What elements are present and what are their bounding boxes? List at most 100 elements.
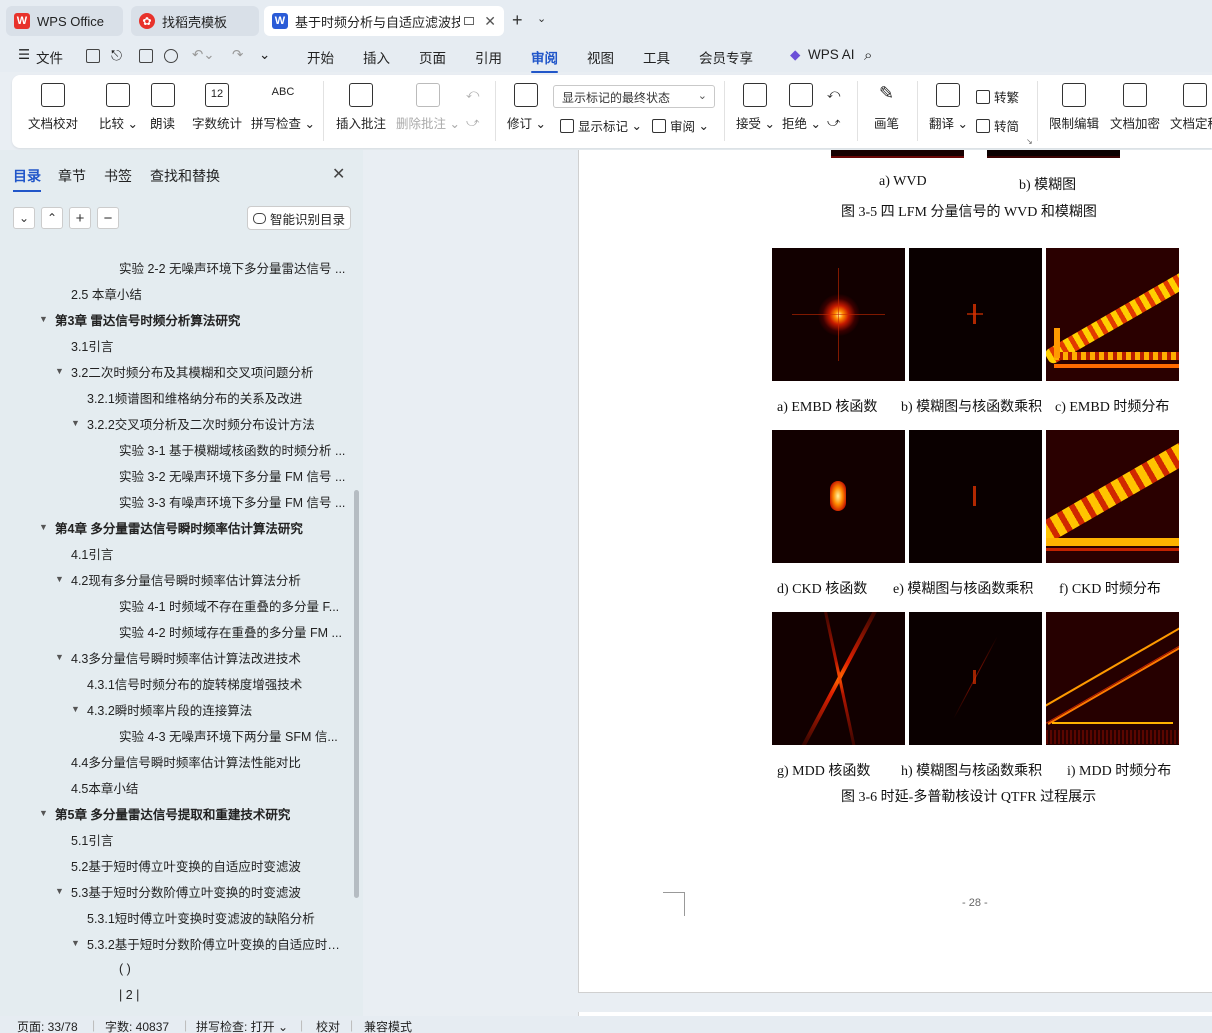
toc-item[interactable]: 5.1引言 <box>71 826 346 852</box>
toc-item[interactable]: 3.1引言 <box>71 332 346 358</box>
toc-item[interactable]: 实验 4-1 时频域不存在重叠的多分量 F... <box>119 592 346 618</box>
menu-view[interactable]: 视图 <box>587 47 614 67</box>
expand-arrow-icon[interactable]: ▼ <box>71 938 80 948</box>
quick-access-more-icon[interactable]: ⌄ <box>259 47 270 63</box>
collapse-up-icon[interactable]: ⌃ <box>41 207 63 229</box>
expand-arrow-icon[interactable]: ▼ <box>55 366 64 376</box>
menu-home[interactable]: 开始 <box>307 47 334 67</box>
redo-icon[interactable]: ↷ <box>232 47 243 63</box>
accept-button[interactable]: 接受 ⌄ <box>736 83 775 132</box>
to-simplified-button[interactable]: 转简 <box>976 116 1019 135</box>
next-change-icon[interactable]: ⤻ <box>827 115 840 130</box>
toc-item[interactable]: ▼ 第3章 雷达信号时频分析算法研究 <box>39 306 346 332</box>
expand-arrow-icon[interactable]: ▼ <box>55 886 64 896</box>
markup-state-select[interactable]: 显示标记的最终状态 ⌄ <box>553 85 715 108</box>
toc-item[interactable]: 5.3.1短时傅立叶变换时变滤波的缺陷分析 <box>87 904 346 930</box>
close-icon[interactable]: ✕ <box>484 13 496 30</box>
tab-docer[interactable]: ✿ 找稻壳模板 <box>131 6 259 36</box>
show-markup-button[interactable]: 显示标记 ⌄ <box>560 116 642 135</box>
expand-arrow-icon[interactable]: ▼ <box>39 808 48 818</box>
expand-arrow-icon[interactable]: ▼ <box>39 314 48 324</box>
menu-wps-ai[interactable]: WPS AI <box>808 47 855 62</box>
menu-file[interactable]: 文件 <box>36 47 63 67</box>
toc-item[interactable]: ▼ 4.2现有多分量信号瞬时频率估计算法分析 <box>55 566 346 592</box>
expand-arrow-icon[interactable]: ▼ <box>39 522 48 532</box>
compare-button[interactable]: 比较 ⌄ <box>99 83 138 132</box>
nav-tab-sections[interactable]: 章节 <box>58 166 86 186</box>
translate-button[interactable]: 翻译 ⌄ <box>929 83 968 132</box>
prev-change-icon[interactable]: ⤺ <box>827 87 840 102</box>
toc-item[interactable]: 4.5本章小结 <box>71 774 346 800</box>
hamburger-icon[interactable]: ☰ <box>18 47 30 63</box>
toc-item[interactable]: 实验 3-2 无噪声环境下多分量 FM 信号 ... <box>119 462 346 488</box>
smart-toc-button[interactable]: 智能识别目录 <box>247 206 351 230</box>
next-comment-icon[interactable]: ⤻ <box>466 115 479 130</box>
status-page[interactable]: 页面: 33/78 <box>17 1018 78 1033</box>
toc-item[interactable]: ▼ 第5章 多分量雷达信号提取和重建技术研究 <box>39 800 346 826</box>
doc-encrypt-button[interactable]: 文档加密 <box>1110 83 1160 132</box>
nav-tab-bookmarks[interactable]: 书签 <box>104 166 132 186</box>
remove-heading-icon[interactable]: − <box>97 207 119 229</box>
menu-tools[interactable]: 工具 <box>643 47 670 67</box>
word-count-button[interactable]: 12 字数统计 <box>192 83 242 132</box>
add-heading-icon[interactable]: + <box>69 207 91 229</box>
toc-item[interactable]: ( ) <box>119 956 346 982</box>
insert-comment-button[interactable]: 插入批注 <box>336 83 386 132</box>
menu-references[interactable]: 引用 <box>475 47 502 67</box>
tab-document[interactable]: W 基于时频分析与自适应滤波技 ✕ <box>264 6 504 36</box>
toc-item[interactable]: 4.1引言 <box>71 540 346 566</box>
toc-item[interactable]: ▼ 4.3.2瞬时频率片段的连接算法 <box>71 696 346 722</box>
doc-finalize-button[interactable]: 文档定稿 <box>1170 83 1212 132</box>
nav-tab-find-replace[interactable]: 查找和替换 <box>150 166 220 186</box>
toc-item[interactable]: 5.2基于短时傅立叶变换的自适应时变滤波 <box>71 852 346 878</box>
export-icon[interactable]: ⎋ <box>111 47 122 64</box>
toc-item[interactable]: 4.3.1信号时频分布的旋转梯度增强技术 <box>87 670 346 696</box>
close-icon[interactable]: ✕ <box>332 164 345 184</box>
tab-wps-office[interactable]: W WPS Office <box>6 6 123 36</box>
doc-check-button[interactable]: 文档校对 <box>28 83 78 132</box>
print-icon[interactable] <box>139 49 153 63</box>
toc-item[interactable]: 实验 2-2 无噪声环境下多分量雷达信号 ... <box>119 254 346 280</box>
to-traditional-button[interactable]: 转繁 <box>976 87 1019 106</box>
menu-review[interactable]: 审阅 <box>531 47 558 73</box>
undo-icon[interactable]: ↶⌄ <box>192 47 215 63</box>
revise-button[interactable]: 修订 ⌄ <box>507 83 546 132</box>
expand-arrow-icon[interactable]: ▼ <box>55 652 64 662</box>
menu-page[interactable]: 页面 <box>419 47 446 67</box>
toc-scrollbar[interactable] <box>354 490 359 898</box>
group-expand-icon[interactable]: ↘ <box>1026 137 1033 146</box>
chevron-down-icon[interactable]: ⌄ <box>537 12 546 25</box>
prev-comment-icon[interactable]: ⤺ <box>466 87 479 102</box>
save-icon[interactable] <box>86 49 100 63</box>
toc-item[interactable]: 实验 4-3 无噪声环境下两分量 SFM 信... <box>119 722 346 748</box>
menu-insert[interactable]: 插入 <box>363 47 390 67</box>
print-preview-icon[interactable] <box>164 49 178 63</box>
toc-item[interactable]: ▼ 3.2二次时频分布及其模糊和交叉项问题分析 <box>55 358 346 384</box>
search-icon[interactable]: ⌕ <box>864 47 872 64</box>
expand-arrow-icon[interactable]: ▼ <box>71 418 80 428</box>
status-spell-check[interactable]: 拼写检查: 打开 ⌄ <box>196 1018 288 1033</box>
read-aloud-button[interactable]: 朗读 <box>150 83 175 132</box>
pen-button[interactable]: ✎ 画笔 <box>874 83 899 132</box>
toc-item[interactable]: 实验 3-1 基于模糊域核函数的时频分析 ... <box>119 436 346 462</box>
spell-check-button[interactable]: ABC 拼写检查 ⌄ <box>251 83 315 132</box>
delete-comment-button[interactable]: 删除批注 ⌄ <box>396 83 460 132</box>
toc-item[interactable]: ▼ 5.3基于短时分数阶傅立叶变换的时变滤波 <box>55 878 346 904</box>
toc-item[interactable]: ▼ 第4章 多分量雷达信号瞬时频率估计算法研究 <box>39 514 346 540</box>
toc-item[interactable]: ▼ 5.3.2基于短时分数阶傅立叶变换的自适应时变 ... <box>71 930 346 956</box>
menu-vip[interactable]: 会员专享 <box>699 47 753 67</box>
nav-tab-toc[interactable]: 目录 <box>13 166 41 192</box>
toc-item[interactable]: ▼ 4.3多分量信号瞬时频率估计算法改进技术 <box>55 644 346 670</box>
toc-item[interactable]: 实验 4-2 时频域存在重叠的多分量 FM ... <box>119 618 346 644</box>
toc-item[interactable]: 4.4多分量信号瞬时频率估计算法性能对比 <box>71 748 346 774</box>
reject-button[interactable]: 拒绝 ⌄ <box>782 83 821 132</box>
toc-item[interactable]: 2.5 本章小结 <box>71 280 346 306</box>
toc-item[interactable]: ▼ 3.2.2交叉项分析及二次时频分布设计方法 <box>71 410 346 436</box>
new-tab-icon[interactable]: + <box>512 10 523 31</box>
restrict-edit-button[interactable]: 限制编辑 <box>1049 83 1099 132</box>
status-proof[interactable]: 校对 <box>316 1018 340 1033</box>
status-word-count[interactable]: 字数: 40837 <box>105 1018 169 1033</box>
toc-item[interactable]: 实验 3-3 有噪声环境下多分量 FM 信号 ... <box>119 488 346 514</box>
review-pane-button[interactable]: 审阅 ⌄ <box>652 116 709 135</box>
expand-arrow-icon[interactable]: ▼ <box>55 574 64 584</box>
